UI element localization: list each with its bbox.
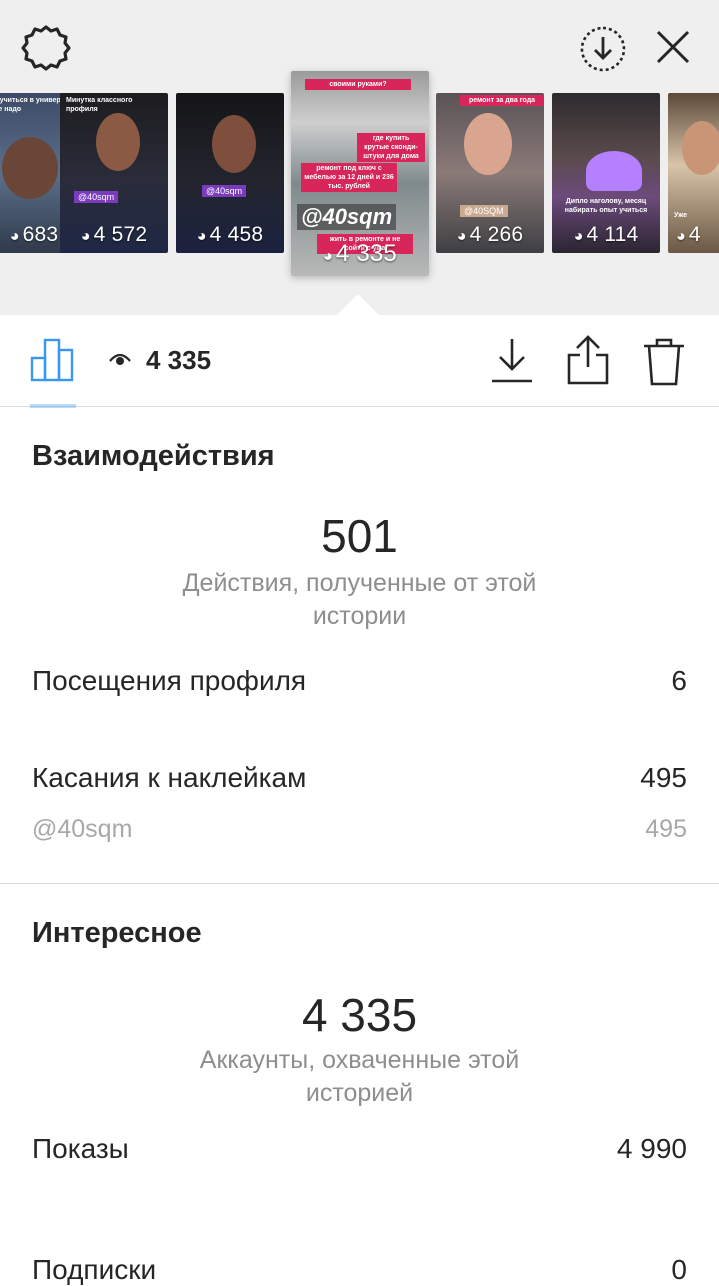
story-caption: Дипло наголову, месяц набирать опыт учит…: [564, 198, 648, 214]
story-caption: ремонт за два года: [460, 95, 544, 106]
profile-visits-label: Посещения профиля: [32, 665, 307, 696]
interactions-caption: Действия, полученные от этой истории: [182, 569, 537, 630]
story-thumbnail[interactable]: Уже ◕ 4: [668, 93, 719, 253]
trash-icon[interactable]: [642, 336, 686, 386]
story-thumbnail-selected[interactable]: своими руками? где купить крутые сконди-…: [291, 71, 429, 276]
close-button[interactable]: [648, 22, 698, 72]
story-caption: ремонт под ключ с мебелью за 12 дней и 2…: [301, 163, 397, 192]
sticker-taps-value: 495: [640, 762, 687, 793]
story-tag: @40sqm: [74, 191, 119, 203]
story-caption: своими руками?: [305, 79, 411, 90]
story-tag: @40SQM: [460, 205, 508, 217]
discovery-caption: Аккаунты, охваченные этой историей: [199, 1046, 520, 1107]
story-tag: @40sqm: [202, 185, 247, 197]
story-thumbnail-strip[interactable]: Как учиться в универе и тоже надо ◕683 М…: [0, 71, 719, 276]
interactions-title: Взаимодействия: [32, 440, 275, 472]
story-view-count: 4 335: [146, 345, 212, 375]
story-thumbnail[interactable]: ремонт за два года @40SQM ◕ 4 266: [436, 93, 544, 253]
story-views: ◕ 4: [676, 223, 701, 246]
story-thumbnail[interactable]: Минутка классного профиля @40sqm ◕ 4 572: [60, 93, 168, 253]
download-icon[interactable]: [490, 335, 534, 385]
insights-tab-indicator: [30, 404, 76, 408]
impressions-label: Показы: [32, 1133, 129, 1164]
story-caption: Минутка классного профиля: [66, 97, 133, 113]
settings-button[interactable]: [20, 22, 72, 74]
sticker-mention-value: 495: [645, 815, 687, 843]
download-all-button[interactable]: [578, 24, 628, 74]
story-thumbnail[interactable]: @40sqm ◕ 4 458: [176, 93, 284, 253]
story-tag: @40sqm: [297, 204, 397, 230]
selected-story-pointer: [336, 294, 380, 316]
story-views: ◕ 4 114: [573, 223, 639, 246]
story-views: ◕ 4 335: [323, 240, 397, 267]
discovery-total: 4 335: [301, 989, 418, 1041]
follows-value: 0: [671, 1254, 687, 1285]
share-icon[interactable]: [566, 333, 610, 385]
interactions-total: 501: [321, 510, 398, 562]
impressions-value: 4 990: [616, 1133, 687, 1164]
story-caption: Уже: [674, 212, 688, 219]
story-caption: где купить крутые сконди-штуки для дома: [357, 133, 425, 162]
close-icon: [656, 30, 690, 64]
sticker-taps-label: Касания к наклейкам: [32, 762, 307, 793]
bar-chart-icon[interactable]: [30, 336, 76, 382]
follows-label: Подписки: [32, 1254, 157, 1285]
story-views: ◕ 4 458: [196, 223, 264, 246]
eye-icon: [109, 353, 131, 365]
discovery-title: Интересное: [32, 917, 202, 949]
download-circle-icon: [580, 26, 626, 72]
story-thumbnail[interactable]: Дипло наголову, месяц набирать опыт учит…: [552, 93, 660, 253]
section-divider: [0, 883, 719, 884]
sticker-mention-label[interactable]: @40sqm: [32, 815, 132, 844]
profile-visits-value: 6: [671, 665, 687, 696]
story-views: ◕ 4 266: [456, 223, 524, 246]
story-views: ◕ 4 572: [80, 223, 148, 246]
gear-icon: [21, 25, 71, 71]
